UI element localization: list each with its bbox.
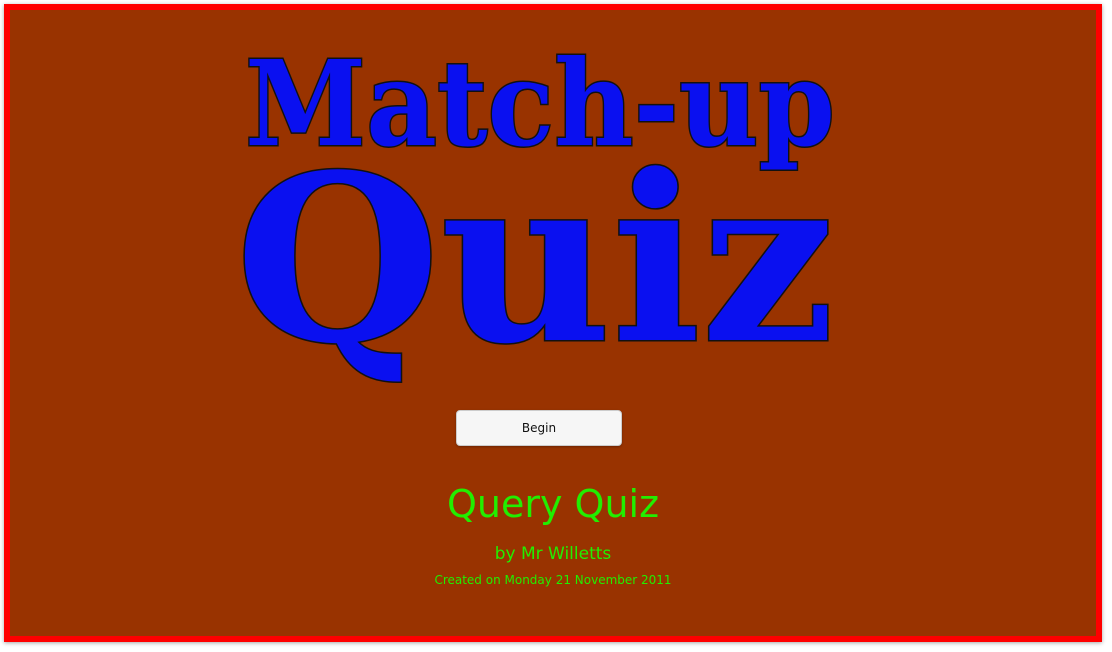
match-up-quiz-logo: Match-up Quiz bbox=[234, 40, 837, 385]
quiz-frame: Match-up Quiz Begin Query Quiz by Mr Wil… bbox=[4, 4, 1102, 642]
created-date: Created on Monday 21 November 2011 bbox=[434, 573, 672, 587]
quiz-author: by Mr Willetts bbox=[494, 544, 612, 564]
begin-button[interactable]: Begin bbox=[456, 410, 622, 446]
logo-line-2: Quiz bbox=[235, 125, 835, 385]
quiz-title: Query Quiz bbox=[446, 482, 660, 526]
